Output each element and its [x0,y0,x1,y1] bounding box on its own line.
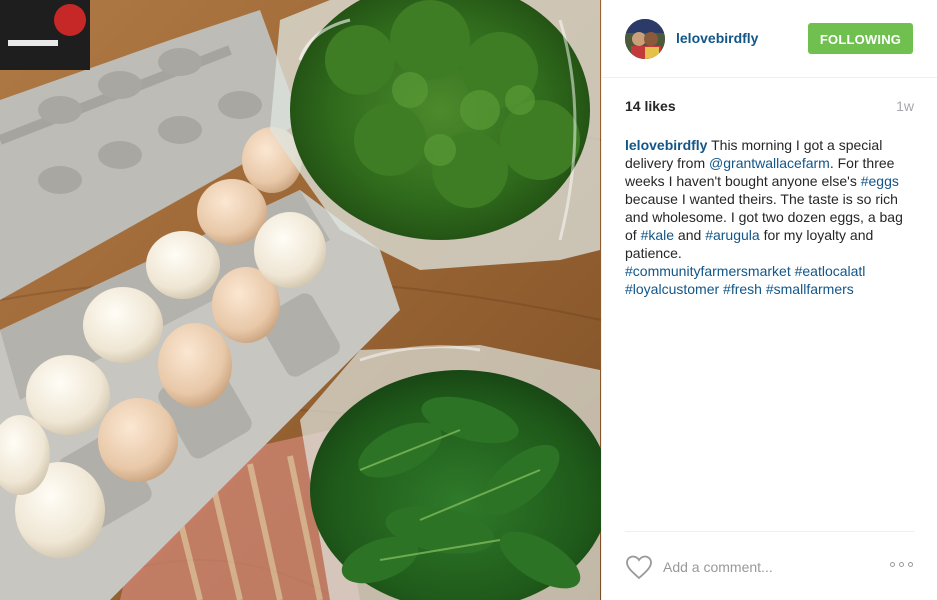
instagram-post: lelovebirdfly FOLLOWING 14 likes 1w lelo… [0,0,937,600]
following-button[interactable]: FOLLOWING [808,23,913,54]
add-comment-input[interactable] [663,556,853,578]
hashtag-link[interactable]: #smallfarmers [766,281,854,297]
caption-username[interactable]: lelovebirdfly [625,137,707,153]
comment-bar [625,531,914,600]
post-photo[interactable] [0,0,601,600]
hashtag-link[interactable]: #eatlocalatl [795,263,866,279]
post-sidebar: lelovebirdfly FOLLOWING 14 likes 1w lelo… [601,0,937,600]
hashtag-link[interactable]: #arugula [705,227,760,243]
user-avatar[interactable] [625,19,665,59]
avatar-image [625,19,665,59]
hashtag-link[interactable]: #communityfarmersmarket [625,263,791,279]
likes-count[interactable]: 14 likes [625,98,676,114]
post-header: lelovebirdfly FOLLOWING [602,0,937,78]
hashtag-link[interactable]: #eggs [861,173,899,189]
post-stats: 14 likes 1w [625,98,914,116]
dot-icon [908,562,913,567]
mention-link[interactable]: @grantwallacefarm [709,155,830,171]
caption-text: and [674,227,706,243]
photo-illustration [0,0,601,600]
hashtag-link[interactable]: #kale [641,227,674,243]
hashtag-link[interactable]: #fresh [723,281,762,297]
post-username[interactable]: lelovebirdfly [676,30,758,46]
post-age[interactable]: 1w [896,98,914,114]
hashtag-link[interactable]: #loyalcustomer [625,281,719,297]
dot-icon [890,562,895,567]
ellipsis-icon[interactable] [890,558,914,572]
post-caption: lelovebirdfly This morning I got a speci… [625,136,905,298]
heart-outline-icon[interactable] [625,554,653,580]
dot-icon [899,562,904,567]
